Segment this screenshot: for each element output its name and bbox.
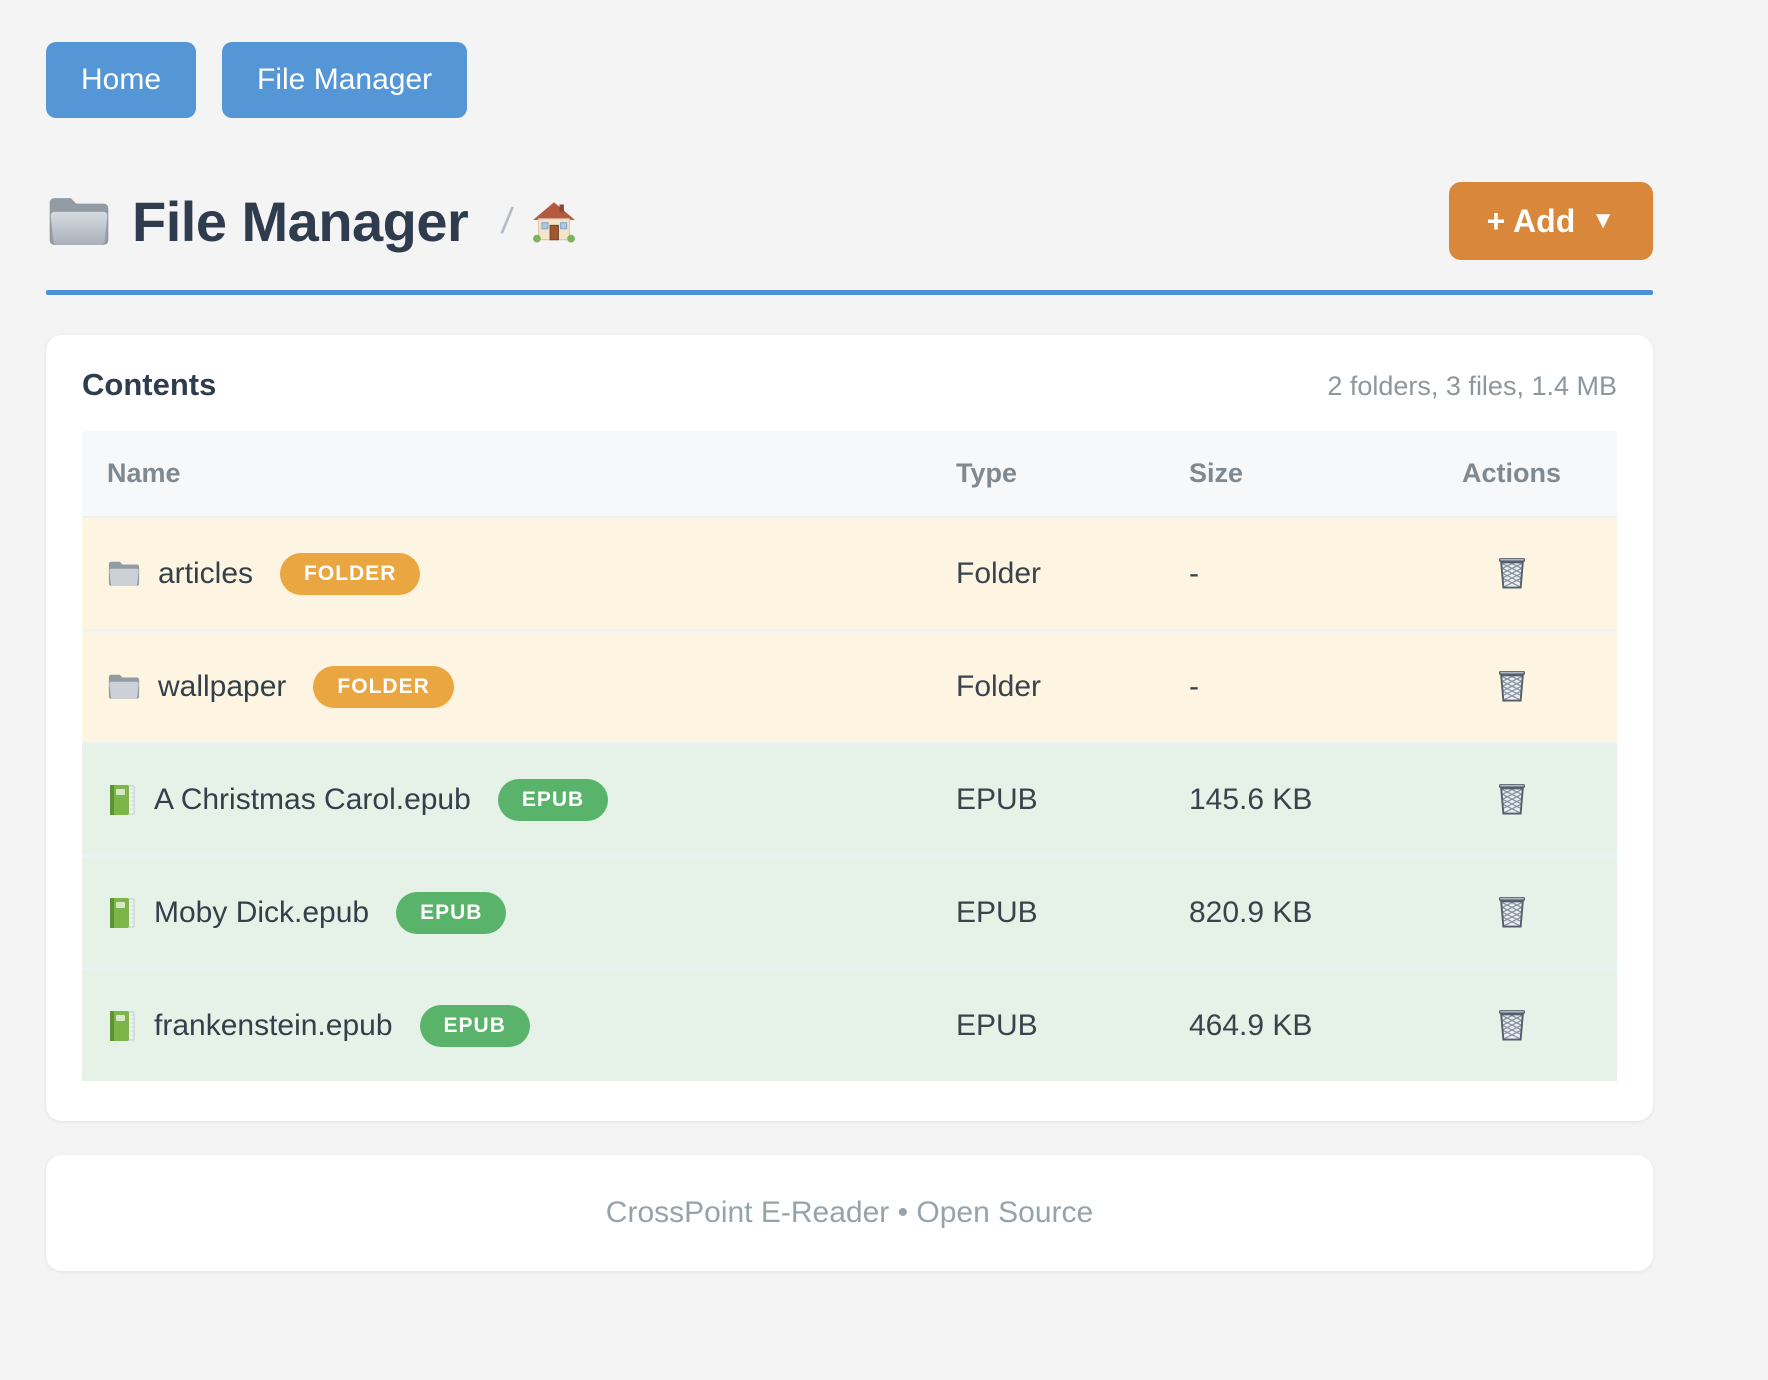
file-name-cell: wallpaper FOLDER [82, 666, 956, 708]
file-actions-cell [1406, 889, 1617, 936]
breadcrumb-separator: / [499, 200, 515, 242]
column-header-actions: Actions [1406, 458, 1617, 489]
file-type-badge: EPUB [420, 1005, 530, 1047]
delete-button[interactable] [1491, 663, 1533, 710]
wastebasket-icon [1495, 1030, 1529, 1045]
table-body: articles FOLDER Folder - [82, 516, 1617, 1081]
top-nav: Home File Manager [46, 42, 1653, 118]
file-size: - [1189, 670, 1406, 704]
file-type-badge: FOLDER [280, 553, 420, 595]
title-divider [46, 290, 1653, 295]
green-book-icon [107, 783, 137, 817]
file-size: - [1189, 557, 1406, 591]
nav-file-manager-button[interactable]: File Manager [222, 42, 467, 118]
file-actions-cell [1406, 550, 1617, 597]
file-name-cell: articles FOLDER [82, 553, 956, 595]
file-name-cell: Moby Dick.epub EPUB [82, 892, 956, 934]
table-row: wallpaper FOLDER Folder - [82, 629, 1617, 742]
file-size: 464.9 KB [1189, 1009, 1406, 1043]
wastebasket-icon [1495, 691, 1529, 706]
files-table: Name Type Size Actions articles FOLDER F… [82, 431, 1617, 1081]
green-book-icon [107, 896, 137, 930]
file-size: 820.9 KB [1189, 896, 1406, 930]
delete-button[interactable] [1491, 776, 1533, 823]
file-actions-cell [1406, 663, 1617, 710]
file-name[interactable]: A Christmas Carol.epub [154, 783, 471, 817]
file-name[interactable]: articles [158, 557, 253, 591]
footer-card: CrossPoint E-Reader • Open Source [46, 1155, 1653, 1271]
page-header: File Manager / + Add ▼ [46, 182, 1653, 260]
file-name[interactable]: frankenstein.epub [154, 1009, 393, 1043]
column-header-size: Size [1189, 458, 1406, 489]
delete-button[interactable] [1491, 889, 1533, 936]
contents-heading: Contents [82, 367, 216, 403]
contents-card: Contents 2 folders, 3 files, 1.4 MB Name… [46, 335, 1653, 1121]
column-header-type: Type [956, 458, 1189, 489]
table-row: A Christmas Carol.epub EPUB EPUB 145.6 K… [82, 742, 1617, 855]
file-name-cell: A Christmas Carol.epub EPUB [82, 779, 956, 821]
file-name[interactable]: Moby Dick.epub [154, 896, 369, 930]
folder-icon [107, 672, 141, 701]
file-type: Folder [956, 557, 1189, 591]
house-icon[interactable] [532, 199, 576, 243]
delete-button[interactable] [1491, 1002, 1533, 1049]
nav-home-button[interactable]: Home [46, 42, 196, 118]
file-name-cell: frankenstein.epub EPUB [82, 1005, 956, 1047]
file-type: EPUB [956, 783, 1189, 817]
contents-summary: 2 folders, 3 files, 1.4 MB [1327, 371, 1617, 402]
file-actions-cell [1406, 1002, 1617, 1049]
green-book-icon [107, 1009, 137, 1043]
add-button-label: + Add [1487, 203, 1576, 240]
wastebasket-icon [1495, 578, 1529, 593]
folder-icon [107, 559, 141, 588]
file-name[interactable]: wallpaper [158, 670, 286, 704]
file-type-badge: EPUB [396, 892, 506, 934]
footer-text: CrossPoint E-Reader • Open Source [606, 1196, 1093, 1230]
title-wrap: File Manager / [46, 189, 576, 254]
file-type: Folder [956, 670, 1189, 704]
add-button[interactable]: + Add ▼ [1449, 182, 1653, 260]
page-title: File Manager [132, 189, 468, 254]
wastebasket-icon [1495, 917, 1529, 932]
page: Home File Manager File Manager / [0, 0, 1768, 1311]
chevron-down-icon: ▼ [1591, 209, 1615, 233]
wastebasket-icon [1495, 804, 1529, 819]
contents-card-head: Contents 2 folders, 3 files, 1.4 MB [82, 367, 1617, 403]
table-row: Moby Dick.epub EPUB EPUB 820.9 KB [82, 855, 1617, 968]
table-header-row: Name Type Size Actions [82, 431, 1617, 516]
table-row: articles FOLDER Folder - [82, 516, 1617, 629]
file-type-badge: FOLDER [313, 666, 453, 708]
file-type: EPUB [956, 1009, 1189, 1043]
column-header-name: Name [82, 458, 956, 489]
file-size: 145.6 KB [1189, 783, 1406, 817]
folder-icon [46, 193, 112, 249]
table-row: frankenstein.epub EPUB EPUB 464.9 KB [82, 968, 1617, 1081]
file-type: EPUB [956, 896, 1189, 930]
delete-button[interactable] [1491, 550, 1533, 597]
file-type-badge: EPUB [498, 779, 608, 821]
file-actions-cell [1406, 776, 1617, 823]
